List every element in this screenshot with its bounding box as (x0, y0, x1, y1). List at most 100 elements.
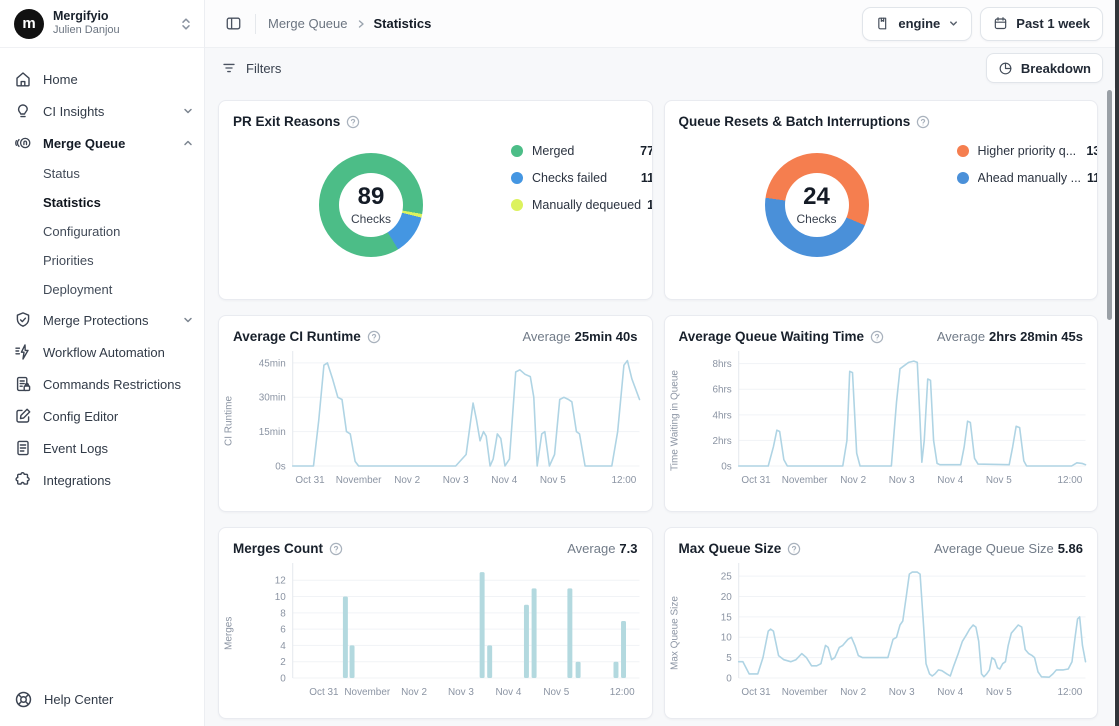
max-queue-size-line-chart[interactable]: 0510152025Oct 31NovemberNov 2Nov 3Nov 4N… (695, 558, 1090, 708)
legend-item-manually-dequeued[interactable]: Manually dequeued 1 (511, 195, 653, 214)
breadcrumb-merge-queue[interactable]: Merge Queue (268, 16, 348, 31)
svg-text:6hrs: 6hrs (712, 385, 731, 396)
queue-waiting-line-chart[interactable]: 0s2hrs4hrs6hrs8hrsOct 31NovemberNov 2Nov… (695, 346, 1090, 496)
home-icon (14, 70, 32, 88)
sidebar-subitem-label: Status (43, 166, 80, 181)
average-value: Average7.3 (567, 541, 637, 556)
svg-text:Nov 4: Nov 4 (937, 687, 963, 698)
legend-dot (957, 172, 969, 184)
donut-total: 24 (803, 185, 830, 209)
help-center-link[interactable]: Help Center (14, 690, 113, 709)
breadcrumb-statistics: Statistics (374, 16, 432, 31)
svg-text:Oct 31: Oct 31 (741, 475, 771, 486)
bolt-icon (14, 343, 32, 361)
pr-exit-donut-chart[interactable]: 89 Checks (319, 153, 423, 257)
legend-dot (511, 145, 523, 157)
sidebar-item-label: Commands Restrictions (43, 377, 194, 392)
merges-count-bar-chart[interactable]: 024681012Oct 31NovemberNov 2Nov 3Nov 4No… (249, 558, 644, 708)
breadcrumb: Merge Queue Statistics (268, 16, 431, 31)
svg-text:Nov 5: Nov 5 (985, 687, 1011, 698)
card-max-queue-size: Max Queue Size Average Queue Size5.86 Ma… (664, 527, 1099, 719)
repository-select[interactable]: engine (862, 7, 972, 41)
help-center-label: Help Center (44, 692, 113, 707)
pencil-square-icon (14, 407, 32, 425)
chevron-down-icon (182, 314, 194, 326)
window-edge (1115, 0, 1119, 726)
sidebar-item-merge-queue[interactable]: Merge Queue (14, 127, 194, 159)
sidebar-item-configuration[interactable]: Configuration (14, 217, 194, 246)
donut-total-label: Checks (351, 212, 391, 226)
donut-total: 89 (358, 185, 385, 209)
card-title: Average Queue Waiting Time (679, 329, 865, 344)
svg-text:Nov 3: Nov 3 (888, 475, 914, 486)
svg-text:25: 25 (720, 572, 731, 583)
sidebar-item-status[interactable]: Status (14, 159, 194, 188)
repository-label: engine (898, 16, 940, 31)
svg-text:4: 4 (280, 641, 286, 652)
card-title: Merges Count (233, 541, 323, 556)
legend-item-merged[interactable]: Merged 77 (511, 141, 653, 160)
svg-text:0s: 0s (721, 461, 732, 472)
svg-text:10: 10 (720, 633, 731, 644)
question-icon[interactable] (870, 330, 884, 344)
chevron-down-icon (182, 105, 194, 117)
sidebar-item-workflow-automation[interactable]: Workflow Automation (14, 336, 194, 368)
breakdown-button[interactable]: Breakdown (986, 53, 1103, 83)
svg-text:November: November (344, 687, 390, 698)
sidebar-item-deployment[interactable]: Deployment (14, 275, 194, 304)
question-icon[interactable] (346, 115, 360, 129)
legend-dot (511, 172, 523, 184)
card-title: Max Queue Size (679, 541, 782, 556)
question-icon[interactable] (787, 542, 801, 556)
legend-item-checks-failed[interactable]: Checks failed 11 (511, 168, 653, 187)
repo-icon (875, 16, 890, 31)
svg-text:Nov 3: Nov 3 (888, 687, 914, 698)
sidebar-item-statistics[interactable]: Statistics (14, 188, 194, 217)
svg-text:Oct 31: Oct 31 (741, 687, 771, 698)
topbar: Merge Queue Statistics engine Past 1 wee… (205, 0, 1119, 48)
queue-resets-donut-chart[interactable]: 24 Checks (765, 153, 869, 257)
calendar-icon (993, 16, 1008, 31)
sidebar-subitem-label: Configuration (43, 224, 120, 239)
org-name: Mergifyio (53, 9, 171, 25)
svg-text:12:00: 12:00 (611, 475, 636, 486)
svg-text:4hrs: 4hrs (712, 410, 731, 421)
date-range-button[interactable]: Past 1 week (980, 7, 1103, 41)
sidebar-item-event-logs[interactable]: Event Logs (14, 432, 194, 464)
breakdown-label: Breakdown (1021, 61, 1091, 76)
legend-item-higher-priority[interactable]: Higher priority q... 13 (957, 141, 1099, 160)
divider (255, 14, 256, 34)
legend-value: 1 (647, 198, 652, 212)
card-pr-exit-reasons: PR Exit Reasons 89 Checks (218, 100, 653, 300)
legend-item-ahead-manually[interactable]: Ahead manually ... 11 (957, 168, 1099, 187)
sidebar-item-ci-insights[interactable]: CI Insights (14, 95, 194, 127)
svg-text:Nov 2: Nov 2 (840, 475, 866, 486)
sidebar-item-home[interactable]: Home (14, 63, 194, 95)
legend-label: Ahead manually ... (978, 171, 1082, 185)
svg-text:Nov 2: Nov 2 (394, 475, 420, 486)
ci-runtime-line-chart[interactable]: 0s15min30min45minOct 31NovemberNov 2Nov … (249, 346, 644, 496)
svg-text:8hrs: 8hrs (712, 359, 731, 370)
y-axis-title: Max Queue Size (675, 558, 695, 708)
legend: Higher priority q... 13 Ahead manually .… (957, 141, 1099, 279)
scrollbar-thumb[interactable] (1107, 90, 1112, 320)
sidebar-item-merge-protections[interactable]: Merge Protections (14, 304, 194, 336)
filters-button[interactable]: Filters (221, 60, 281, 76)
sidebar-item-integrations[interactable]: Integrations (14, 464, 194, 496)
donut-center: 89 Checks (339, 173, 403, 237)
org-switcher[interactable]: m Mergifyio Julien Danjou (0, 0, 204, 48)
card-average-ci-runtime: Average CI Runtime Average25min 40s CI R… (218, 315, 653, 512)
sidebar-item-commands-restrictions[interactable]: Commands Restrictions (14, 368, 194, 400)
sidebar-item-config-editor[interactable]: Config Editor (14, 400, 194, 432)
org-names: Mergifyio Julien Danjou (53, 9, 171, 38)
sidebar-toggle-button[interactable] (219, 10, 247, 38)
card-queue-resets: Queue Resets & Batch Interruptions 24 Ch… (664, 100, 1099, 300)
svg-text:Nov 3: Nov 3 (443, 475, 469, 486)
sidebar-nav: Home CI Insights Merge Queue Status Stat… (0, 48, 204, 496)
chevron-updown-icon (180, 17, 192, 31)
sidebar-item-priorities[interactable]: Priorities (14, 246, 194, 275)
legend-label: Checks failed (532, 171, 635, 185)
question-icon[interactable] (367, 330, 381, 344)
question-icon[interactable] (916, 115, 930, 129)
question-icon[interactable] (329, 542, 343, 556)
